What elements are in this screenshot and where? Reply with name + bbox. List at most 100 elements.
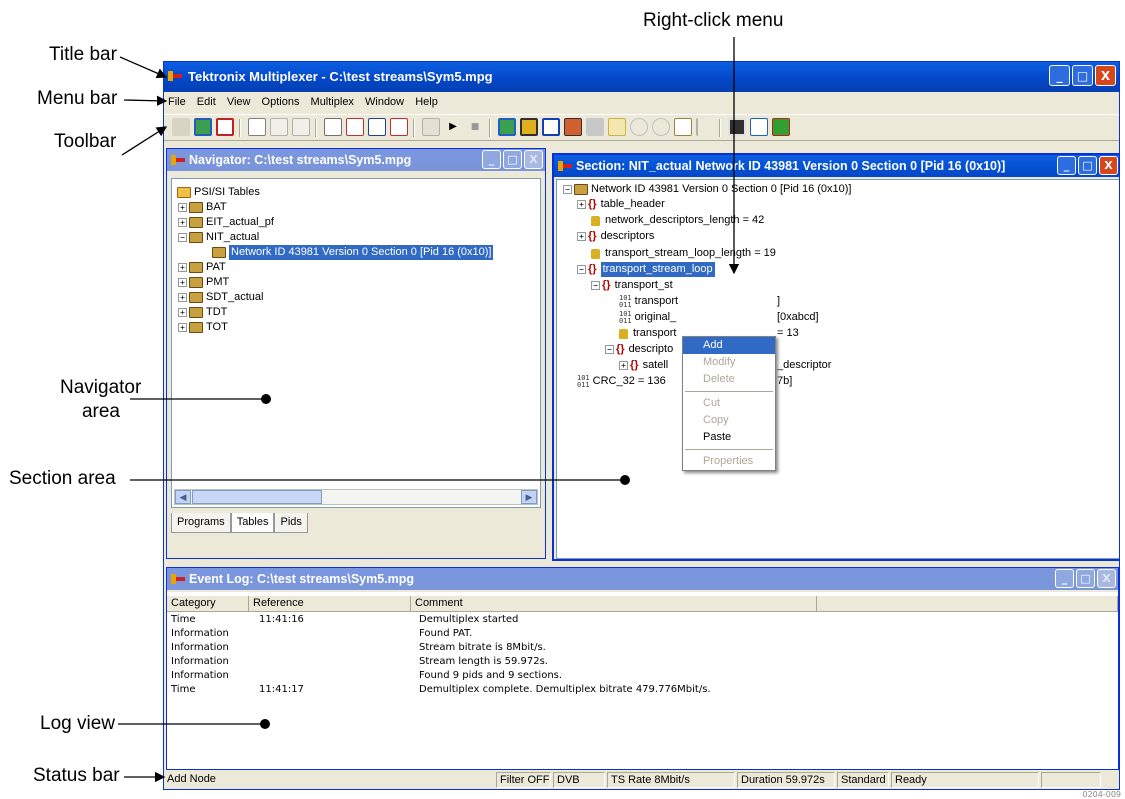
minimize-button[interactable]: _ [1049, 65, 1070, 86]
new-section-icon[interactable] [248, 118, 266, 136]
expand-icon[interactable]: + [178, 278, 187, 287]
collapse-icon[interactable]: − [605, 345, 614, 354]
menu-file[interactable]: File [164, 92, 190, 108]
expand-icon[interactable]: + [178, 293, 187, 302]
tree-item-tdt[interactable]: + TDT [178, 305, 227, 320]
section-ts-entry[interactable]: −{} transport_st [591, 278, 673, 293]
resize-grip-icon[interactable] [1103, 772, 1119, 788]
context-menu-delete[interactable]: Delete [683, 371, 775, 388]
expand-icon[interactable]: + [178, 263, 187, 272]
log-header-category[interactable]: Category [167, 596, 249, 612]
tree-item-bat[interactable]: + BAT [178, 200, 227, 215]
scroll-thumb[interactable] [192, 490, 322, 504]
section-transport-length[interactable]: transport [619, 326, 676, 341]
log-header-reference[interactable]: Reference [249, 596, 411, 612]
section-satellite[interactable]: +{} satell [619, 358, 668, 373]
section-title-bar[interactable]: Section: NIT_actual Network ID 43981 Ver… [554, 155, 1119, 177]
context-menu-copy[interactable]: Copy [683, 412, 775, 429]
log-header-comment[interactable]: Comment [411, 596, 817, 612]
menu-help[interactable]: Help [411, 92, 442, 108]
display-icon[interactable] [728, 118, 746, 136]
context-menu-cut[interactable]: Cut [683, 395, 775, 412]
tree-item-pat[interactable]: + PAT [178, 260, 226, 275]
menu-multiplex[interactable]: Multiplex [307, 92, 358, 108]
navigator-minimize-button[interactable]: _ [482, 150, 501, 169]
section-ts-loop[interactable]: −{} transport_stream_loop [577, 262, 715, 277]
section-maximize-button[interactable]: □ [1078, 156, 1097, 175]
tree-item-sdt[interactable]: + SDT_actual [178, 290, 263, 305]
section-ts-loop-length[interactable]: transport_stream_loop_length = 19 [591, 246, 776, 261]
grid-icon[interactable] [564, 118, 582, 136]
scroll-left-icon[interactable]: ◀ [175, 490, 191, 504]
navigator-hscroll[interactable]: ◀ ▶ [174, 489, 538, 505]
section-network-descriptors-length[interactable]: network_descriptors_length = 42 [591, 213, 764, 228]
section-table-header[interactable]: +{} table_header [577, 197, 665, 212]
stop-icon[interactable] [216, 118, 234, 136]
zoom-in-icon[interactable] [630, 118, 648, 136]
multiplex-icon[interactable] [586, 118, 604, 136]
zoom-out-icon[interactable] [652, 118, 670, 136]
expand-icon[interactable]: + [178, 203, 187, 212]
section-descriptor[interactable]: −{} descripto [605, 342, 673, 357]
open-icon[interactable] [172, 118, 190, 136]
section-transport-id[interactable]: 101 011 transport [619, 294, 678, 309]
expand-icon[interactable]: + [178, 218, 187, 227]
section-original[interactable]: 101 011 original_ [619, 310, 676, 325]
collapse-icon[interactable]: − [577, 265, 586, 274]
collapse-icon[interactable]: − [563, 185, 572, 194]
tree-item-eit[interactable]: + EIT_actual_pf [178, 215, 274, 230]
menu-options[interactable]: Options [258, 92, 304, 108]
copy-icon[interactable] [292, 118, 310, 136]
title-bar[interactable]: Tektronix Multiplexer - C:\test streams\… [164, 62, 1119, 92]
tab-pids[interactable]: Pids [274, 513, 308, 533]
collapse-icon[interactable]: − [178, 233, 187, 242]
tree-item-nit-section[interactable]: Network ID 43981 Version 0 Section 0 [Pi… [212, 245, 494, 260]
connect-icon[interactable] [498, 118, 516, 136]
section-root[interactable]: − Network ID 43981 Version 0 Section 0 [P… [563, 182, 851, 197]
menu-view[interactable]: View [223, 92, 255, 108]
play-icon[interactable]: ▶ [444, 118, 462, 136]
properties-icon[interactable] [422, 118, 440, 136]
event-log-title-bar[interactable]: Event Log: C:\test streams\Sym5.mpg _ □ … [167, 568, 1118, 590]
menu-edit[interactable]: Edit [193, 92, 220, 108]
edit-icon[interactable] [270, 118, 288, 136]
section-close-button[interactable]: X [1099, 156, 1118, 175]
context-menu-add[interactable]: Add [683, 337, 775, 354]
navigator-title-bar[interactable]: Navigator: C:\test streams\Sym5.mpg _ □ … [167, 149, 545, 171]
navigator-close-button[interactable]: X [524, 150, 543, 169]
section-minimize-button[interactable]: _ [1057, 156, 1076, 175]
context-menu-paste[interactable]: Paste [683, 429, 775, 446]
section-crc[interactable]: 101 011 CRC_32 = 136 [577, 374, 666, 389]
event-log-minimize-button[interactable]: _ [1055, 569, 1074, 588]
menu-window[interactable]: Window [361, 92, 408, 108]
scroll-right-icon[interactable]: ▶ [521, 490, 537, 504]
pid-icon[interactable] [390, 118, 408, 136]
lock-icon[interactable] [608, 118, 626, 136]
tab-programs[interactable]: Programs [171, 513, 231, 533]
event-log-maximize-button[interactable]: □ [1076, 569, 1095, 588]
tab-tables[interactable]: Tables [230, 513, 275, 533]
stop-square-icon[interactable]: ■ [466, 118, 484, 136]
tree-item-tot[interactable]: + TOT [178, 320, 228, 335]
expand-icon[interactable]: + [178, 323, 187, 332]
sections-icon[interactable] [194, 118, 212, 136]
expand-icon[interactable]: + [577, 232, 586, 241]
collapse-icon[interactable]: − [591, 281, 600, 290]
context-menu-modify[interactable]: Modify [683, 354, 775, 371]
table-icon[interactable] [368, 118, 386, 136]
navigator-maximize-button[interactable]: □ [503, 150, 522, 169]
close-button[interactable]: X [1095, 65, 1116, 86]
context-menu-properties[interactable]: Properties [683, 453, 775, 470]
binary-icon[interactable] [324, 118, 342, 136]
cursor-icon[interactable] [696, 118, 714, 136]
check-icon[interactable] [772, 118, 790, 136]
find-icon[interactable] [520, 118, 538, 136]
expand-icon[interactable]: + [178, 308, 187, 317]
tree-root[interactable]: PSI/SI Tables [177, 185, 260, 200]
tree-item-pmt[interactable]: + PMT [178, 275, 229, 290]
window-icon[interactable] [542, 118, 560, 136]
print-icon[interactable] [750, 118, 768, 136]
tree-item-nit[interactable]: − NIT_actual [178, 230, 259, 245]
event-log-close-button[interactable]: X [1097, 569, 1116, 588]
section-descriptors[interactable]: +{} descriptors [577, 229, 654, 244]
